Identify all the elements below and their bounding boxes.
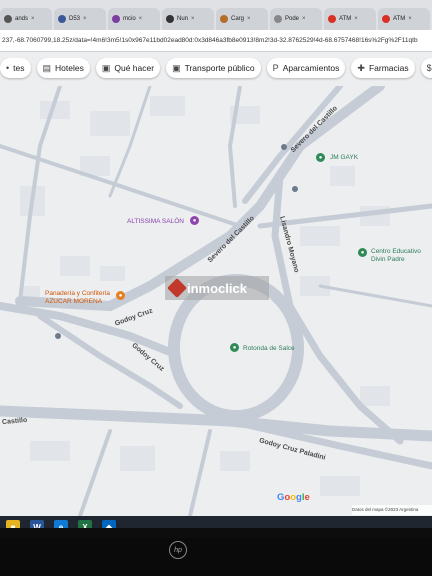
poi-label-centro[interactable]: Centro Educativo Divin Padre — [371, 248, 429, 264]
browser-tab[interactable]: Nun × — [162, 8, 214, 30]
browser-tab[interactable]: Pode × — [270, 8, 322, 30]
close-tab-icon[interactable]: × — [31, 16, 35, 22]
tab-label: mcio — [123, 16, 136, 22]
category-chip[interactable]: ▣ Qué hacer — [95, 58, 161, 78]
chip-label: Qué hacer — [114, 63, 155, 73]
map-attribution[interactable]: Datos del mapa ©2023 Argentina — [352, 505, 432, 515]
chip-icon: $ — [426, 63, 432, 73]
chip-label: tes — [13, 63, 25, 73]
close-tab-icon[interactable]: × — [302, 16, 306, 22]
school-poi-icon[interactable]: ● — [358, 248, 367, 257]
category-chip[interactable]: ▣ Transporte público — [166, 58, 261, 78]
tab-label: D53 — [69, 16, 81, 22]
edge-taskbar-icon[interactable]: e — [54, 520, 68, 528]
close-tab-icon[interactable]: × — [354, 16, 358, 22]
category-chip[interactable]: $Cajeros automáticos — [420, 58, 432, 78]
chip-label: Transporte público — [184, 63, 255, 73]
chip-icon: ▣ — [101, 62, 111, 73]
page-icon — [274, 15, 282, 23]
taskbar: ■ We X ◆ — [0, 516, 432, 528]
page-icon — [112, 15, 120, 23]
chip-icon: • — [6, 63, 10, 73]
bus-stop-icon-3[interactable] — [55, 333, 61, 339]
screen: ands×D53×mcio×Nun×Carg×Pode×ATM×ATM×ATM×… — [0, 0, 432, 528]
chip-icon: ✚ — [357, 62, 365, 73]
monitor-bezel — [0, 538, 432, 576]
google-logo: Google — [277, 492, 310, 503]
poi-label-panaderia[interactable]: Panadería y Confitería AZUCAR MORENA — [45, 290, 115, 306]
poi-label-jm-gayk[interactable]: JM GAYK — [330, 154, 358, 161]
blocked-icon — [328, 15, 336, 23]
tab-label: Nun — [177, 16, 189, 22]
address-bar[interactable]: 237,-68.7060799,18.25z/data=!4m6!3m5!1s0… — [0, 30, 432, 52]
close-tab-icon[interactable]: × — [83, 16, 87, 22]
bakery-poi-icon[interactable]: ● — [116, 291, 125, 300]
tab-label: ands — [15, 16, 29, 22]
store-poi-icon[interactable]: ● — [316, 153, 325, 162]
browser-tab[interactable]: D53 × — [54, 8, 106, 30]
tab-label: Pode — [285, 16, 300, 22]
close-tab-icon[interactable]: × — [247, 16, 251, 22]
category-chips: • tes ▤ Hoteles ▣ Qué hacer ▣ Transporte públic… — [0, 58, 432, 86]
chip-label: Aparcamientos — [282, 63, 340, 73]
inmoclick-watermark: inmoclick — [165, 276, 269, 300]
category-chip[interactable]: ✚ Farmacias — [351, 58, 415, 78]
poi-label-rotonda[interactable]: Rotonda de Salce — [243, 345, 295, 352]
bus-stop-icon-2[interactable] — [281, 144, 287, 150]
close-tab-icon[interactable]: × — [408, 16, 412, 22]
close-tab-icon[interactable]: × — [191, 16, 195, 22]
page-icon — [166, 15, 174, 23]
files-taskbar-icon[interactable]: ■ — [6, 520, 20, 528]
word-taskbar-icon[interactable]: W — [30, 520, 44, 528]
category-chip[interactable]: ▤ Hoteles — [36, 58, 90, 78]
app-taskbar-icon[interactable]: ◆ — [102, 520, 116, 528]
bus-stop-icon[interactable] — [292, 186, 298, 192]
page-icon — [220, 15, 228, 23]
map-canvas[interactable]: ● ALTISSIMA SALÓN ● JM GAYK ● Centro Edu… — [0, 86, 432, 516]
poi-label-altissima[interactable]: ALTISSIMA SALÓN — [127, 218, 184, 225]
page-icon — [58, 15, 66, 23]
tab-label: ATM — [393, 16, 406, 22]
chip-icon: ▣ — [172, 62, 181, 73]
chip-icon: P — [272, 63, 279, 73]
browser-tab[interactable]: ATM × — [324, 8, 376, 30]
close-tab-icon[interactable]: × — [139, 16, 143, 22]
browser-tab[interactable]: Carg × — [216, 8, 268, 30]
chip-label: Hoteles — [55, 63, 84, 73]
salon-poi-icon[interactable]: ● — [190, 216, 199, 225]
browser-tab[interactable]: ATM × — [378, 8, 430, 30]
blocked-icon — [382, 15, 390, 23]
category-chip[interactable]: • tes — [0, 58, 31, 78]
excel-taskbar-icon[interactable]: X — [78, 520, 92, 528]
chip-icon: ▤ — [42, 62, 52, 73]
category-chip[interactable]: P Aparcamientos — [266, 58, 346, 78]
park-poi-icon[interactable]: ● — [230, 343, 239, 352]
page-icon — [4, 15, 12, 23]
chip-label: Farmacias — [368, 63, 409, 73]
hp-logo-icon: hp — [169, 541, 187, 559]
tab-label: ATM — [339, 16, 352, 22]
browser-tab[interactable]: mcio × — [108, 8, 160, 30]
tab-bar: ands×D53×mcio×Nun×Carg×Pode×ATM×ATM×ATM×… — [0, 0, 432, 30]
tab-label: Carg — [231, 16, 245, 22]
watermark-text: inmoclick — [187, 280, 247, 296]
inmoclick-logo-icon — [167, 278, 187, 298]
browser-tab[interactable]: ands × — [0, 8, 52, 30]
